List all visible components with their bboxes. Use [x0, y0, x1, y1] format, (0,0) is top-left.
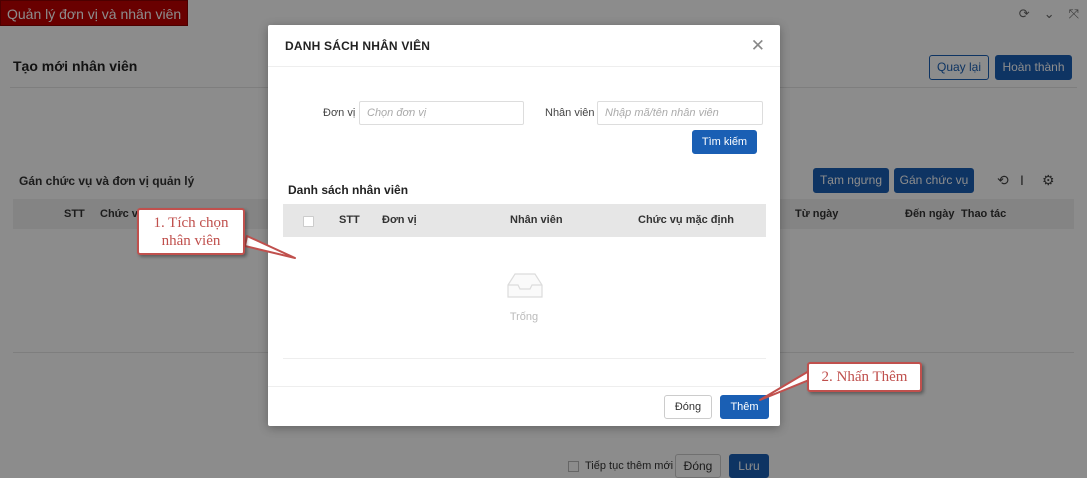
step1-callout-line2: nhân viên — [161, 233, 221, 249]
employee-search-input[interactable] — [597, 101, 763, 125]
column-header-stt: STT — [339, 214, 360, 226]
column-header-default-position: Chức vụ mặc định — [638, 214, 734, 226]
unit-select[interactable] — [359, 101, 524, 125]
divider — [268, 66, 780, 67]
add-button[interactable]: Thêm — [720, 395, 769, 419]
empty-state-text: Trống — [509, 311, 539, 323]
employee-label: Nhân viên — [545, 107, 595, 119]
column-header-unit: Đơn vị — [382, 214, 417, 226]
step1-callout-line1: 1. Tích chọn — [153, 215, 229, 231]
empty-inbox-icon — [507, 273, 543, 298]
unit-label: Đơn vị — [323, 107, 356, 119]
close-icon[interactable]: ✕ — [751, 36, 765, 56]
employee-list-title: Danh sách nhân viên — [288, 183, 409, 197]
step2-callout: 2. Nhấn Thêm — [807, 362, 922, 392]
column-header-employee: Nhân viên — [510, 214, 563, 226]
select-all-checkbox[interactable] — [303, 216, 314, 227]
search-button[interactable]: Tìm kiếm — [692, 130, 757, 154]
divider — [283, 358, 766, 359]
step1-callout: 1. Tích chọn nhân viên — [137, 208, 245, 255]
modal-title: DANH SÁCH NHÂN VIÊN — [285, 39, 431, 53]
employee-list-modal: DANH SÁCH NHÂN VIÊN ✕ Đơn vị Nhân viên T… — [268, 25, 780, 426]
divider — [268, 386, 780, 387]
modal-close-button[interactable]: Đóng — [664, 395, 712, 419]
